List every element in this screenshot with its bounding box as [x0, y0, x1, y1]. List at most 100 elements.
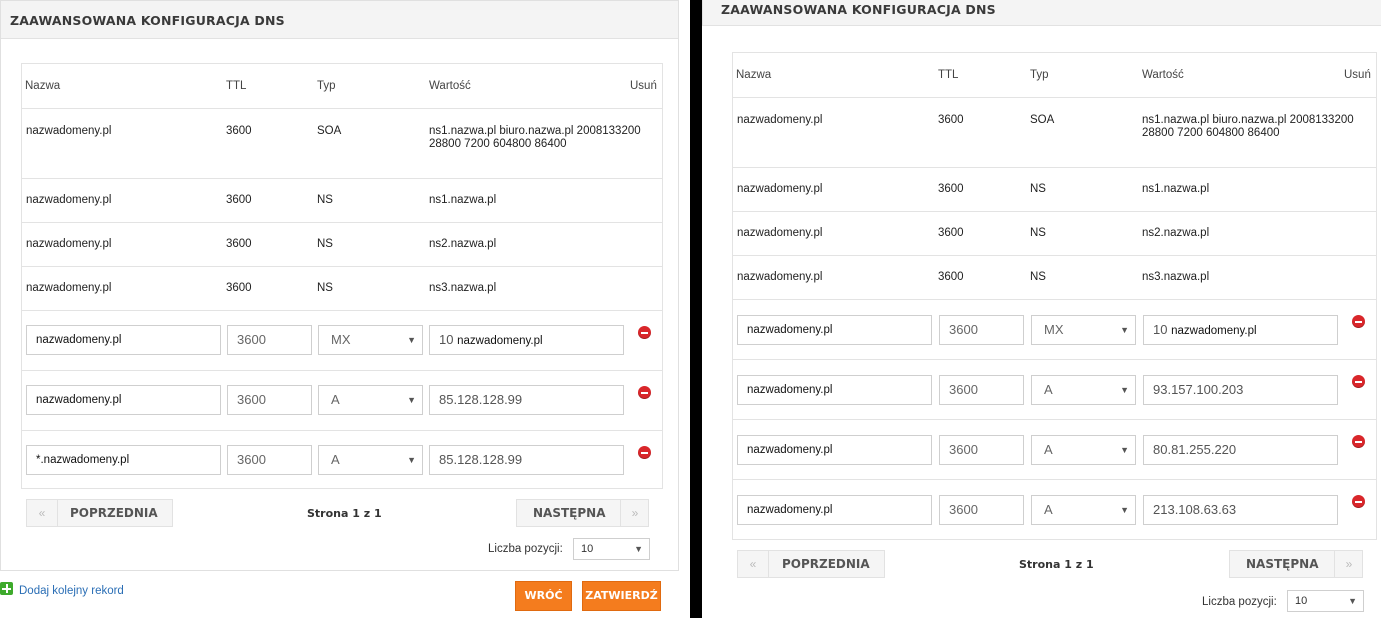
value-input[interactable]: 10 nazwadomeny.pl	[1143, 315, 1338, 345]
record-value: ns2.nazwa.pl	[1142, 227, 1210, 239]
delete-record-icon[interactable]	[638, 386, 651, 399]
name-input[interactable]: nazwadomeny.pl	[737, 435, 932, 465]
per-page-select[interactable]: 10 ▼	[573, 538, 650, 560]
record-value: ns1.nazwa.pl	[1142, 183, 1210, 195]
record-name: nazwadomeny.pl	[737, 227, 823, 239]
type-select-value: MX	[1044, 322, 1064, 337]
type-select[interactable]: A ▼	[1031, 375, 1136, 405]
type-select[interactable]: MX ▼	[318, 325, 423, 355]
record-name: nazwadomeny.pl	[737, 114, 823, 126]
page-info: Strona 1 z 1	[1019, 558, 1094, 571]
record-ttl: 3600	[938, 114, 964, 126]
table-row: nazwadomeny.pl 3600 SOA ns1.nazwa.pl biu…	[22, 109, 662, 179]
name-input[interactable]: nazwadomeny.pl	[737, 495, 932, 525]
per-page-label: Liczba pozycji:	[488, 543, 563, 555]
dns-panel-edited: ZAAWANSOWANA KONFIGURACJA DNS Nazwa TTL …	[702, 0, 1381, 618]
record-type: NS	[1030, 227, 1046, 239]
type-select[interactable]: A ▼	[318, 445, 423, 475]
double-chevron-left-icon: «	[749, 557, 757, 571]
ttl-input[interactable]: 3600	[227, 385, 312, 415]
record-type: NS	[317, 194, 333, 206]
column-header-name: Nazwa	[736, 69, 772, 81]
back-button[interactable]: WRÓĆ	[515, 581, 572, 611]
ttl-input[interactable]: 3600	[939, 435, 1024, 465]
double-chevron-right-icon: »	[631, 506, 639, 520]
record-name: nazwadomeny.pl	[26, 194, 112, 206]
name-input[interactable]: *.nazwadomeny.pl	[26, 445, 221, 475]
mx-priority: 10	[1153, 322, 1168, 337]
per-page-select[interactable]: 10 ▼	[1287, 590, 1364, 612]
page-info: Strona 1 z 1	[307, 507, 382, 520]
next-page-button[interactable]: NASTĘPNA »	[1229, 550, 1363, 578]
type-select[interactable]: MX ▼	[1031, 315, 1136, 345]
ttl-input[interactable]: 3600	[939, 315, 1024, 345]
value-input[interactable]: 85.128.128.99	[429, 445, 624, 475]
delete-record-icon[interactable]	[1352, 495, 1365, 508]
editable-row: nazwadomeny.pl 3600 A ▼ 80.81.255.220	[733, 420, 1376, 480]
divider	[57, 500, 58, 526]
editable-row: nazwadomeny.pl 3600 A ▼ 213.108.63.63	[733, 480, 1376, 540]
column-header-value: Wartość	[1142, 69, 1184, 81]
record-type: SOA	[317, 125, 342, 137]
delete-record-icon[interactable]	[1352, 375, 1365, 388]
previous-page-label: POPRZEDNIA	[782, 557, 870, 571]
add-record-link[interactable]: Dodaj kolejny rekord	[19, 585, 124, 597]
record-name: nazwadomeny.pl	[737, 183, 823, 195]
chevron-down-icon: ▼	[1348, 596, 1357, 606]
confirm-button[interactable]: ZATWIERDŹ	[582, 581, 661, 611]
name-input[interactable]: nazwadomeny.pl	[26, 385, 221, 415]
ttl-input[interactable]: 3600	[939, 495, 1024, 525]
editable-row: nazwadomeny.pl 3600 A ▼ 93.157.100.203	[733, 360, 1376, 420]
previous-page-button[interactable]: « POPRZEDNIA	[26, 499, 173, 527]
delete-record-icon[interactable]	[1352, 315, 1365, 328]
name-input[interactable]: nazwadomeny.pl	[26, 325, 221, 355]
type-select[interactable]: A ▼	[1031, 495, 1136, 525]
value-input[interactable]: 80.81.255.220	[1143, 435, 1338, 465]
table-row: nazwadomeny.pl 3600 NS ns2.nazwa.pl	[733, 212, 1376, 256]
table-row: nazwadomeny.pl 3600 NS ns2.nazwa.pl	[22, 223, 662, 267]
next-page-button[interactable]: NASTĘPNA »	[516, 499, 649, 527]
record-type: NS	[1030, 183, 1046, 195]
column-header-ttl: TTL	[938, 69, 959, 81]
type-select-value: A	[1044, 442, 1053, 457]
table-header-row: Nazwa TTL Typ Wartość Usuń	[733, 53, 1376, 98]
record-name: nazwadomeny.pl	[737, 271, 823, 283]
record-ttl: 3600	[226, 238, 252, 250]
table-row: nazwadomeny.pl 3600 NS ns3.nazwa.pl	[733, 256, 1376, 300]
name-input[interactable]: nazwadomeny.pl	[737, 375, 932, 405]
per-page-value: 10	[581, 543, 594, 555]
record-name: nazwadomeny.pl	[26, 282, 112, 294]
delete-record-icon[interactable]	[638, 326, 651, 339]
record-ttl: 3600	[226, 282, 252, 294]
per-page-label: Liczba pozycji:	[1202, 596, 1277, 608]
type-select[interactable]: A ▼	[318, 385, 423, 415]
ttl-input[interactable]: 3600	[939, 375, 1024, 405]
ttl-input[interactable]: 3600	[227, 445, 312, 475]
value-input[interactable]: 85.128.128.99	[429, 385, 624, 415]
type-select[interactable]: A ▼	[1031, 435, 1136, 465]
column-header-value: Wartość	[429, 80, 471, 92]
delete-record-icon[interactable]	[638, 446, 651, 459]
dns-records-table: Nazwa TTL Typ Wartość Usuń nazwadomeny.p…	[732, 52, 1377, 540]
plus-icon[interactable]	[0, 582, 13, 595]
value-input[interactable]: 213.108.63.63	[1143, 495, 1338, 525]
column-header-type: Typ	[1030, 69, 1049, 81]
ttl-input[interactable]: 3600	[227, 325, 312, 355]
previous-page-button[interactable]: « POPRZEDNIA	[737, 550, 885, 578]
column-header-delete: Usuń	[1344, 69, 1371, 81]
box-header: ZAAWANSOWANA KONFIGURACJA DNS	[702, 0, 1381, 26]
record-name: nazwadomeny.pl	[26, 125, 112, 137]
value-input[interactable]: 93.157.100.203	[1143, 375, 1338, 405]
dns-config-box: ZAAWANSOWANA KONFIGURACJA DNS Nazwa TTL …	[0, 0, 679, 571]
delete-record-icon[interactable]	[1352, 435, 1365, 448]
table-header-row: Nazwa TTL Typ Wartość Usuń	[22, 64, 662, 109]
type-select-value: A	[1044, 502, 1053, 517]
previous-page-label: POPRZEDNIA	[70, 506, 158, 520]
type-select-value: MX	[331, 332, 351, 347]
editable-row: nazwadomeny.pl 3600 A ▼ 85.128.128.99	[22, 371, 662, 431]
divider	[768, 551, 769, 577]
chevron-down-icon: ▼	[407, 395, 416, 405]
value-input[interactable]: 10 nazwadomeny.pl	[429, 325, 624, 355]
double-chevron-right-icon: »	[1345, 557, 1353, 571]
name-input[interactable]: nazwadomeny.pl	[737, 315, 932, 345]
